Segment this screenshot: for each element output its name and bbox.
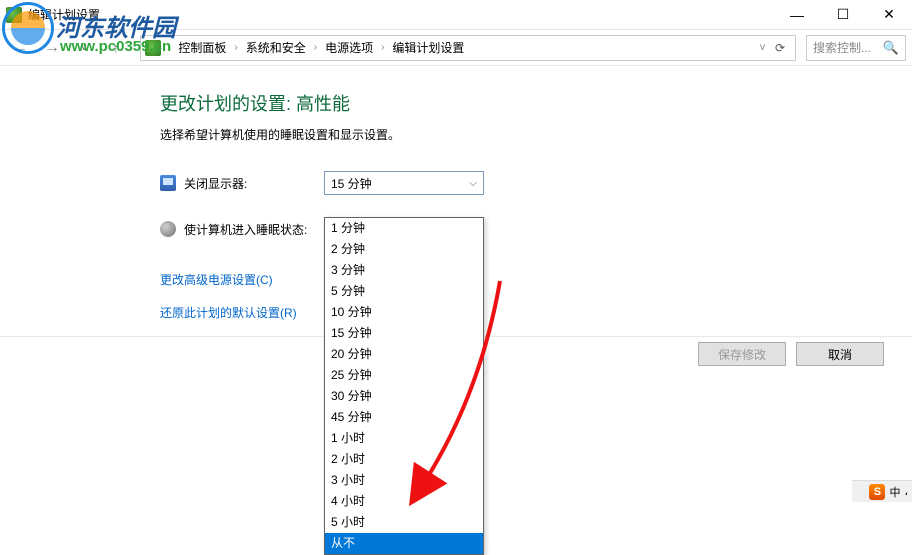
- setting-row-sleep: 使计算机进入睡眠状态: 从不 ⌵: [160, 217, 912, 241]
- display-off-label: 关闭显示器:: [184, 175, 324, 192]
- restore-defaults-link[interactable]: 还原此计划的默认设置(R): [160, 304, 912, 321]
- advanced-power-settings-link[interactable]: 更改高级电源设置(C): [160, 271, 912, 288]
- moon-icon: [160, 221, 176, 237]
- button-row: 保存修改 取消: [698, 342, 884, 366]
- dropdown-option[interactable]: 25 分钟: [325, 365, 483, 386]
- sleep-label: 使计算机进入睡眠状态:: [184, 221, 324, 238]
- cancel-button[interactable]: 取消: [796, 342, 884, 366]
- breadcrumb-sep-icon: ›: [165, 42, 172, 53]
- ime-sep: ،: [904, 485, 908, 498]
- refresh-button[interactable]: ⟳: [769, 36, 791, 60]
- minimize-button[interactable]: —: [774, 0, 820, 30]
- nav-history-dropdown[interactable]: v: [70, 34, 98, 62]
- chevron-down-icon: ⌵: [469, 178, 477, 189]
- dropdown-option[interactable]: 1 小时: [325, 428, 483, 449]
- save-button[interactable]: 保存修改: [698, 342, 786, 366]
- search-input[interactable]: 搜索控制... 🔍: [806, 35, 906, 61]
- breadcrumb-sep-icon: ›: [312, 42, 319, 53]
- breadcrumb[interactable]: › 控制面板 › 系统和安全 › 电源选项 › 编辑计划设置 v ⟳: [140, 35, 796, 61]
- breadcrumb-icon: [145, 40, 161, 56]
- display-off-value: 15 分钟: [331, 175, 372, 192]
- dropdown-option[interactable]: 5 分钟: [325, 281, 483, 302]
- display-off-select[interactable]: 15 分钟 ⌵: [324, 171, 484, 195]
- search-icon: 🔍: [883, 40, 899, 56]
- breadcrumb-item-power-options[interactable]: 电源选项: [321, 37, 377, 58]
- breadcrumb-sep-icon: ›: [232, 42, 239, 53]
- window-title: 编辑计划设置: [28, 6, 100, 23]
- breadcrumb-dropdown-icon[interactable]: v: [758, 42, 767, 53]
- ime-indicator[interactable]: 中: [889, 484, 900, 500]
- nav-up-button[interactable]: ↑: [102, 34, 130, 62]
- window-controls: — ☐ ✕: [774, 0, 912, 30]
- page-title: 更改计划的设置: 高性能: [160, 90, 912, 116]
- dropdown-option[interactable]: 15 分钟: [325, 323, 483, 344]
- dropdown-option[interactable]: 2 分钟: [325, 239, 483, 260]
- dropdown-option[interactable]: 从不: [325, 533, 483, 554]
- breadcrumb-item-edit-plan[interactable]: 编辑计划设置: [388, 37, 468, 58]
- dropdown-option[interactable]: 10 分钟: [325, 302, 483, 323]
- dropdown-option[interactable]: 5 小时: [325, 512, 483, 533]
- taskbar-fragment: S 中 ،: [852, 480, 912, 502]
- dropdown-option[interactable]: 45 分钟: [325, 407, 483, 428]
- breadcrumb-item-system-security[interactable]: 系统和安全: [242, 37, 310, 58]
- sleep-dropdown-list[interactable]: 1 分钟2 分钟3 分钟5 分钟10 分钟15 分钟20 分钟25 分钟30 分…: [324, 217, 484, 555]
- dropdown-option[interactable]: 3 小时: [325, 470, 483, 491]
- links-section: 更改高级电源设置(C) 还原此计划的默认设置(R): [160, 271, 912, 321]
- dropdown-option[interactable]: 20 分钟: [325, 344, 483, 365]
- dropdown-option[interactable]: 3 分钟: [325, 260, 483, 281]
- search-placeholder: 搜索控制...: [813, 39, 871, 56]
- monitor-icon: [160, 175, 176, 191]
- dropdown-option[interactable]: 2 小时: [325, 449, 483, 470]
- dropdown-option[interactable]: 30 分钟: [325, 386, 483, 407]
- breadcrumb-sep-icon: ›: [379, 42, 386, 53]
- maximize-button[interactable]: ☐: [820, 0, 866, 30]
- nav-forward-button[interactable]: →: [38, 34, 66, 62]
- close-button[interactable]: ✕: [866, 0, 912, 30]
- setting-row-display-off: 关闭显示器: 15 分钟 ⌵: [160, 171, 912, 195]
- nav-back-button[interactable]: ←: [6, 34, 34, 62]
- breadcrumb-item-control-panel[interactable]: 控制面板: [174, 37, 230, 58]
- dropdown-option[interactable]: 1 分钟: [325, 218, 483, 239]
- page-description: 选择希望计算机使用的睡眠设置和显示设置。: [160, 126, 912, 143]
- navbar: ← → v ↑ › 控制面板 › 系统和安全 › 电源选项 › 编辑计划设置 v…: [0, 30, 912, 66]
- titlebar: 编辑计划设置 — ☐ ✕: [0, 0, 912, 30]
- app-icon: [6, 7, 22, 23]
- tray-app-icon[interactable]: S: [869, 484, 885, 500]
